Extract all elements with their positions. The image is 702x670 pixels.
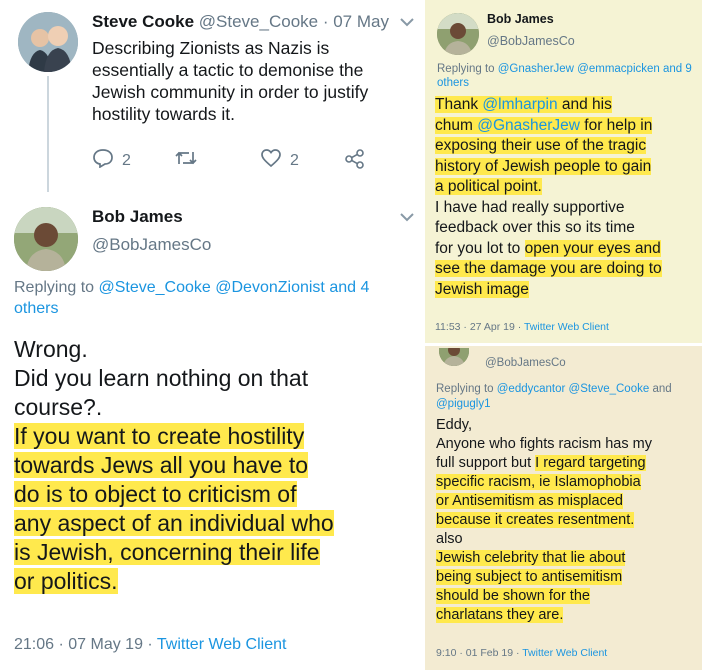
replying-to-handles[interactable]: @eddycantor @Steve_Cooke bbox=[497, 383, 650, 395]
tweet-client[interactable]: Twitter Web Client bbox=[524, 321, 609, 333]
chevron-down-icon[interactable] bbox=[400, 14, 414, 32]
tweet-actions: 2 2 bbox=[92, 148, 382, 170]
tweet-text: Describing Zionists as Nazis is essentia… bbox=[92, 37, 412, 125]
tweet-meta: 11:53 · 27 Apr 19 · Twitter Web Client bbox=[435, 321, 609, 333]
tweet-text-line: Describing Zionists as Nazis is bbox=[92, 38, 330, 58]
tweet-text: Thank @lmharpin and his chum @GnasherJew… bbox=[435, 95, 700, 300]
highlighted-text-line: specific racism, ie Islamophobia bbox=[436, 474, 641, 490]
author-name[interactable]: Bob James bbox=[487, 12, 554, 26]
replying-to-handles[interactable]: @Steve_Cooke @DevonZionist bbox=[99, 279, 325, 296]
tweet-text-line: Eddy, bbox=[436, 417, 473, 433]
highlighted-text-line: do is to object to criticism of bbox=[14, 481, 297, 507]
highlighted-text-line: Jewish image bbox=[435, 280, 529, 298]
tweet-text-line: also bbox=[436, 531, 463, 547]
reply-button[interactable]: 2 bbox=[92, 148, 131, 173]
replying-to-prefix: Replying to bbox=[437, 63, 495, 75]
author-name[interactable]: Steve Cooke bbox=[92, 12, 194, 31]
tweet-timestamp[interactable]: 11:53 · 27 Apr 19 · bbox=[435, 321, 521, 333]
tweet-text-line: Did you learn nothing on that bbox=[14, 365, 309, 391]
retweet-icon bbox=[174, 148, 198, 173]
highlighted-text-line: charlatans they are. bbox=[436, 607, 564, 623]
author-handle[interactable]: @BobJamesCo bbox=[92, 235, 211, 255]
highlighted-text-line: or Antisemitism as misplaced bbox=[436, 493, 623, 509]
steve-cooke-avatar[interactable] bbox=[18, 12, 78, 72]
tweet-meta: 21:06 · 07 May 19 · Twitter Web Client bbox=[14, 636, 286, 654]
like-button[interactable]: 2 bbox=[260, 148, 299, 173]
author-handle[interactable]: @BobJamesCo bbox=[487, 34, 575, 48]
replying-to-prefix: Replying to bbox=[14, 279, 95, 296]
tweet-text-line: hostility towards it. bbox=[92, 104, 235, 124]
highlighted-text-line: If you want to create hostility bbox=[14, 423, 305, 449]
reply-count: 2 bbox=[122, 151, 131, 169]
replying-to: Replying to @GnasherJew @emmacpicken and… bbox=[437, 62, 697, 90]
highlighted-text-line: because it creates resentment. bbox=[436, 512, 635, 528]
highlighted-text-segment: I regard targeting bbox=[535, 455, 646, 471]
tweet-text-line: I have had really supportive bbox=[435, 198, 625, 216]
bob-james-avatar[interactable] bbox=[437, 13, 479, 55]
highlighted-text-segment: open your eyes and bbox=[524, 239, 661, 257]
highlighted-text-line: being subject to antisemitism bbox=[436, 569, 623, 585]
replying-to-and: and bbox=[652, 383, 672, 395]
thread-connector-line bbox=[47, 76, 49, 192]
tweet-client[interactable]: Twitter Web Client bbox=[157, 636, 287, 653]
text-segment: and his bbox=[557, 96, 612, 113]
text-segment: full support but bbox=[436, 455, 536, 471]
tweet-date[interactable]: · 07 May bbox=[323, 12, 389, 31]
replying-to-handles[interactable]: @GnasherJew @emmacpicken bbox=[498, 63, 660, 75]
author-handle[interactable]: @Steve_Cooke bbox=[199, 12, 318, 31]
replying-to-prefix: Replying to bbox=[436, 383, 494, 395]
tweet-text-line: feedback over this so its time bbox=[435, 219, 635, 236]
bob-james-avatar[interactable] bbox=[14, 207, 78, 271]
highlighted-text-line: see the damage you are doing to bbox=[435, 260, 662, 277]
like-count: 2 bbox=[290, 151, 299, 169]
text-segment: chum bbox=[435, 116, 478, 134]
text-segment: for you lot to bbox=[435, 239, 525, 257]
retweet-button[interactable] bbox=[174, 148, 198, 173]
bob-james-tweet-february: @BobJamesCo Replying to @eddycantor @Ste… bbox=[425, 343, 702, 670]
tweet-client[interactable]: Twitter Web Client bbox=[522, 647, 607, 659]
text-segment: Thank bbox=[435, 96, 483, 113]
highlighted-text-line: towards Jews all you have to bbox=[14, 452, 309, 478]
tweet-text-line: essentially a tactic to demonise the bbox=[92, 60, 364, 80]
mention-link[interactable]: @GnasherJew bbox=[477, 117, 580, 134]
highlighted-text-line: any aspect of an individual who bbox=[14, 510, 334, 536]
replying-to-last-handle[interactable]: @pigugly1 bbox=[436, 398, 491, 410]
mention-link[interactable]: @lmharpin bbox=[482, 96, 557, 113]
author-handle[interactable]: @BobJamesCo bbox=[485, 357, 566, 369]
replying-to: Replying to @Steve_Cooke @DevonZionist a… bbox=[14, 277, 414, 319]
tweet-header: Steve Cooke @Steve_Cooke · 07 May bbox=[92, 12, 389, 32]
tweet-text-line: Jewish community in order to justify bbox=[92, 82, 369, 102]
highlighted-text-line: or politics. bbox=[14, 568, 118, 594]
tweet-text: Wrong. Did you learn nothing on that cou… bbox=[14, 335, 419, 596]
highlighted-text-line: history of Jewish people to gain bbox=[435, 157, 652, 175]
text-segment: for help in bbox=[579, 116, 653, 134]
tweet-text-line: Wrong. bbox=[14, 336, 88, 362]
like-icon bbox=[260, 148, 282, 173]
share-icon bbox=[344, 148, 366, 175]
reply-icon bbox=[92, 148, 114, 173]
highlighted-text-line: is Jewish, concerning their life bbox=[14, 539, 320, 565]
steve-cooke-tweet: Steve Cooke @Steve_Cooke · 07 May Descri… bbox=[0, 0, 425, 195]
replying-to: Replying to @eddycantor @Steve_Cooke and… bbox=[436, 382, 696, 412]
chevron-down-icon[interactable] bbox=[400, 209, 414, 227]
bob-james-avatar[interactable] bbox=[439, 348, 469, 366]
tweet-timestamp[interactable]: 21:06 · 07 May 19 · bbox=[14, 636, 153, 653]
tweet-meta: 9:10 · 01 Feb 19 · Twitter Web Client bbox=[436, 647, 607, 659]
tweet-text-line: course?. bbox=[14, 394, 103, 420]
tweet-text-line: Anyone who fights racism has my bbox=[436, 436, 652, 452]
author-name[interactable]: Bob James bbox=[92, 207, 183, 227]
bob-james-tweet-april: Bob James @BobJamesCo Replying to @Gnash… bbox=[425, 0, 702, 343]
highlighted-text-line: a political point. bbox=[435, 178, 542, 195]
highlighted-text-line: exposing their use of the tragic bbox=[435, 137, 647, 154]
highlighted-text-line: Jewish celebrity that lie about bbox=[436, 550, 626, 566]
tweet-timestamp[interactable]: 9:10 · 01 Feb 19 · bbox=[436, 647, 519, 659]
highlighted-text-line: should be shown for the bbox=[436, 588, 590, 604]
bob-james-tweet: Bob James @BobJamesCo Replying to @Steve… bbox=[0, 195, 425, 670]
tweet-text: Eddy, Anyone who fights racism has my fu… bbox=[436, 416, 701, 625]
share-button[interactable] bbox=[344, 148, 366, 175]
